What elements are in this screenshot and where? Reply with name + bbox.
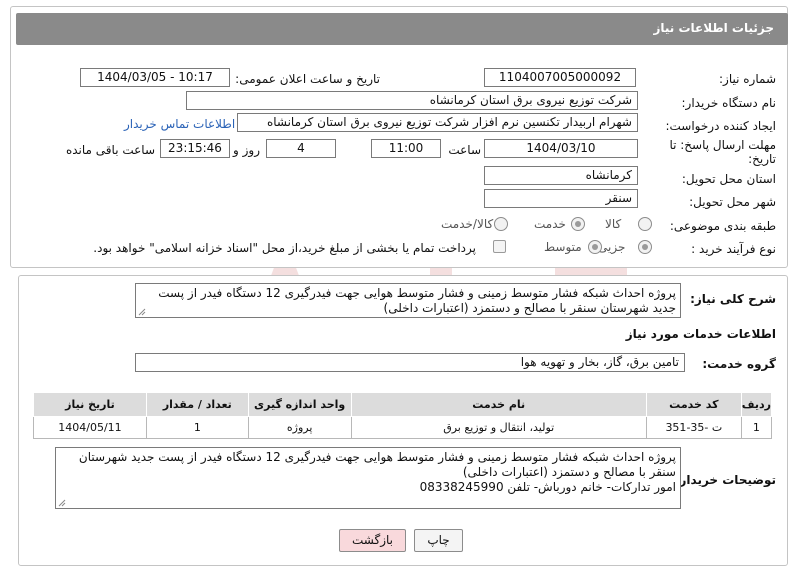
process-minor-radio[interactable] bbox=[638, 240, 652, 254]
remaining-days-field: 4 bbox=[266, 139, 336, 158]
category-goods-service-radio[interactable] bbox=[494, 217, 508, 231]
cell-service-name: تولید، انتقال و توزیع برق bbox=[350, 416, 647, 439]
buyer-notes-line-3: امور تدارکات- خانم دورباش- تلفن 08338245… bbox=[419, 480, 676, 494]
summary-textarea: پروژه احداث شبکه فشار متوسط زمینی و فشار… bbox=[135, 283, 681, 318]
category-goods-label: کالا bbox=[605, 217, 622, 231]
buyer-notes-textarea: پروژه احداث شبکه فشار متوسط زمینی و فشار… bbox=[55, 447, 681, 509]
need-number-label: شماره نیاز: bbox=[719, 72, 776, 86]
need-number-field: 1104007005000092 bbox=[484, 68, 636, 87]
category-label: طبقه بندی موضوعی: bbox=[669, 219, 776, 233]
col-unit: واحد اندازه گیری bbox=[247, 392, 352, 417]
resize-grip-icon[interactable] bbox=[138, 308, 146, 316]
remaining-time-label: ساعت باقی مانده bbox=[65, 143, 155, 157]
remaining-time-field: 23:15:46 bbox=[160, 139, 230, 158]
deadline-date-field: 1404/03/10 bbox=[484, 139, 638, 158]
purchase-process-label: نوع فرآیند خرید : bbox=[691, 242, 776, 256]
buyer-notes-label: توضیحات خریدار: bbox=[674, 473, 776, 487]
cell-unit: پروژه bbox=[247, 416, 352, 439]
page-title: جزئیات اطلاعات نیاز bbox=[653, 21, 774, 35]
buyer-name-label: نام دستگاه خریدار: bbox=[681, 96, 777, 110]
cell-quantity: 1 bbox=[145, 416, 249, 439]
buyer-notes-line-1: پروژه احداث شبکه فشار متوسط زمینی و فشار… bbox=[78, 450, 676, 464]
category-service-label: خدمت bbox=[534, 217, 566, 231]
request-creator-field: شهرام اربیدار تکنسین نرم افزار شرکت توزی… bbox=[237, 113, 638, 132]
deadline-label: مهلت ارسال پاسخ: تا bbox=[669, 138, 776, 152]
col-service-code: کد خدمت bbox=[645, 392, 742, 417]
cell-row-number: 1 bbox=[740, 416, 773, 439]
remaining-days-label: روز و bbox=[233, 143, 260, 157]
buyer-contact-link[interactable]: اطلاعات تماس خریدار bbox=[124, 117, 235, 131]
print-button[interactable]: چاپ bbox=[414, 529, 463, 552]
services-table: ردیف کد خدمت نام خدمت واحد اندازه گیری ت… bbox=[33, 392, 773, 439]
announce-datetime-field: 1404/03/05 - 10:17 bbox=[80, 68, 230, 87]
process-minor-label: جزیی bbox=[598, 240, 626, 254]
delivery-province-field: کرمانشاه bbox=[484, 166, 638, 185]
service-group-field: تامین برق، گاز، بخار و تهویه هوا bbox=[135, 353, 685, 372]
table-header-row: ردیف کد خدمت نام خدمت واحد اندازه گیری ت… bbox=[33, 392, 773, 417]
col-need-date: تاریخ نیاز bbox=[33, 392, 147, 417]
col-quantity: تعداد / مقدار bbox=[145, 392, 249, 417]
back-button[interactable]: بازگشت bbox=[339, 529, 406, 552]
cell-service-code: ت -35-351 bbox=[645, 416, 742, 439]
category-service-radio[interactable] bbox=[571, 217, 585, 231]
panel-header: جزئیات اطلاعات نیاز bbox=[16, 13, 788, 45]
delivery-province-label: استان محل تحویل: bbox=[681, 172, 776, 186]
delivery-city-field: سنقر bbox=[484, 189, 638, 208]
table-row: 1 ت -35-351 تولید، انتقال و توزیع برق پر… bbox=[33, 416, 773, 439]
request-creator-label: ایجاد کننده درخواست: bbox=[665, 119, 776, 133]
deadline-time-label: ساعت bbox=[448, 143, 481, 157]
col-service-name: نام خدمت bbox=[350, 392, 647, 417]
treasury-payment-note: پرداخت تمام یا بخشی از مبلغ خرید،از محل … bbox=[93, 241, 476, 255]
process-medium-label: متوسط bbox=[544, 240, 582, 254]
category-goods-service-label: کالا/خدمت bbox=[441, 217, 494, 231]
deadline-time-field: 11:00 bbox=[371, 139, 441, 158]
process-medium-radio-visible[interactable] bbox=[588, 240, 602, 254]
delivery-city-label: شهر محل تحویل: bbox=[689, 195, 776, 209]
summary-text: پروژه احداث شبکه فشار متوسط زمینی و فشار… bbox=[158, 286, 676, 315]
treasury-payment-checkbox[interactable] bbox=[493, 240, 506, 253]
services-section-title: اطلاعات خدمات مورد نیاز bbox=[625, 327, 776, 341]
resize-grip-icon[interactable] bbox=[58, 499, 66, 507]
summary-label: شرح کلی نیاز: bbox=[690, 292, 776, 306]
cell-need-date: 1404/05/11 bbox=[33, 416, 147, 439]
col-row-number: ردیف bbox=[740, 392, 773, 417]
deadline-date-label: تاریخ: bbox=[748, 152, 776, 166]
category-goods-radio[interactable] bbox=[638, 217, 652, 231]
buyer-notes-line-2: سنقر با مصالح و دستمزد (اعتبارات داخلی) bbox=[462, 465, 676, 479]
buyer-name-field: شرکت توزیع نیروی برق استان کرمانشاه bbox=[186, 91, 638, 110]
announce-datetime-label: تاریخ و ساعت اعلان عمومی: bbox=[235, 72, 380, 86]
service-group-label: گروه خدمت: bbox=[702, 357, 776, 371]
